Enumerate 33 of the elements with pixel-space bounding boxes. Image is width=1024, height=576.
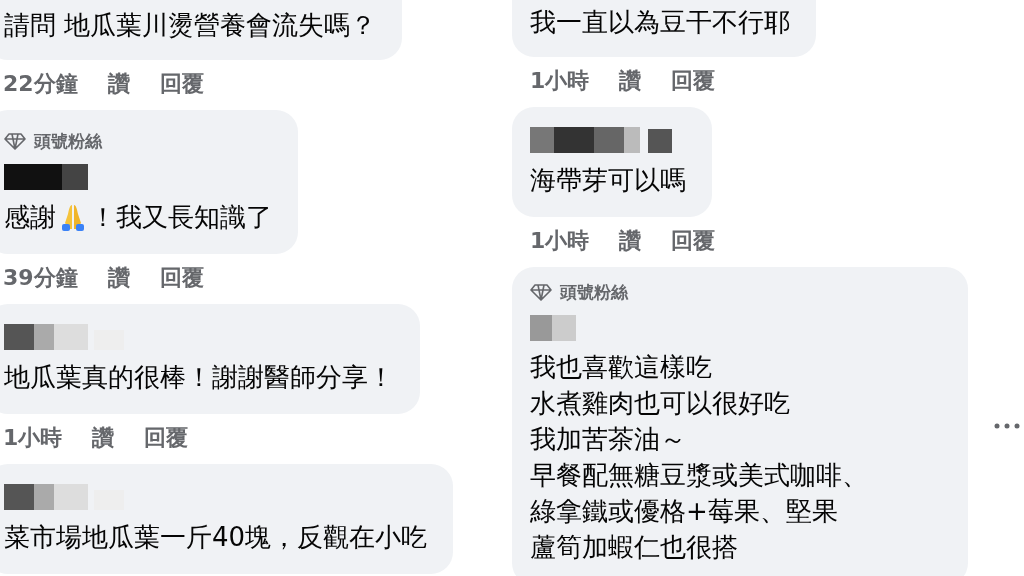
like-link[interactable]: 讚	[619, 226, 642, 256]
comment-time: 1小時	[530, 227, 590, 255]
comment-text: 菜市場地瓜葉一斤40塊，反觀在小吃	[4, 521, 428, 554]
comment-text: 海帶芽可以嗎	[530, 164, 686, 197]
fan-badge-label: 頭號粉絲	[560, 280, 628, 304]
reply-link[interactable]: 回覆	[671, 66, 716, 96]
diamond-icon	[4, 132, 26, 150]
comment-text: ！我又長知識了	[90, 201, 272, 234]
comment-text: 我也喜歡這樣吃	[530, 351, 712, 384]
diamond-icon	[530, 283, 552, 301]
comment-text: 我加苦茶油～	[530, 423, 686, 456]
fan-badge-label: 頭號粉絲	[34, 129, 102, 153]
comment-text: 我一直以為豆干不行耶	[530, 6, 790, 39]
reply-link[interactable]: 回覆	[159, 263, 204, 293]
comment-time: 22分鐘	[3, 70, 78, 98]
comment-text: 蘆筍加蝦仁也很搭	[530, 531, 738, 564]
comment-text: 綠拿鐵或優格+莓果、堅果	[530, 495, 838, 528]
comment-time: 1小時	[3, 424, 63, 452]
comment-text: 地瓜葉真的很棒！謝謝醫師分享！	[4, 361, 394, 394]
reply-link[interactable]: 回覆	[159, 69, 204, 99]
more-options-icon[interactable]	[994, 422, 1020, 430]
comment-time: 39分鐘	[3, 264, 78, 292]
comment-text: 早餐配無糖豆漿或美式咖啡、	[530, 459, 868, 492]
like-link[interactable]: 讚	[92, 423, 115, 453]
like-link[interactable]: 讚	[107, 69, 130, 99]
reply-link[interactable]: 回覆	[671, 226, 716, 256]
comment-text: 請問 地瓜葉川燙營養會流失嗎？	[4, 9, 377, 42]
like-link[interactable]: 讚	[619, 66, 642, 96]
comment-text: 水煮雞肉也可以很好吃	[530, 387, 790, 420]
comment-text: 感謝	[4, 201, 56, 234]
comment-time: 1小時	[530, 67, 590, 95]
like-link[interactable]: 讚	[107, 263, 130, 293]
reply-link[interactable]: 回覆	[144, 423, 189, 453]
